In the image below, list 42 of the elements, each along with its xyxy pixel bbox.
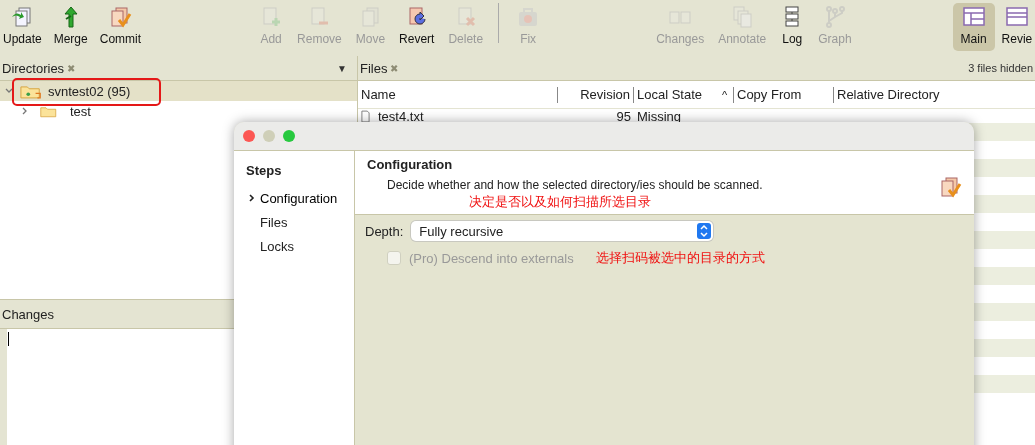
sort-indicator: ^ xyxy=(722,88,728,101)
table-cell-text: 95 xyxy=(615,108,632,124)
annotation: 选择扫码被选中的目录的方式 xyxy=(595,249,765,267)
steps-title: Steps xyxy=(246,163,283,178)
documents-check-icon xyxy=(108,5,133,29)
tree-row[interactable]: svntest02 (95) xyxy=(0,81,357,101)
column-header[interactable]: Copy From xyxy=(734,86,834,103)
column-header[interactable]: Local State ^ xyxy=(634,86,734,103)
step-item[interactable]: Locks xyxy=(260,238,294,254)
section-title: Configuration xyxy=(367,157,454,172)
depth-label: Depth: xyxy=(365,223,404,239)
view-button[interactable]: Main xyxy=(952,3,995,51)
toolbar-button[interactable]: Log xyxy=(777,3,808,51)
toolbar-button[interactable]: Revert xyxy=(396,3,438,51)
hidden-files-note: 3 files hidden xyxy=(968,62,1033,74)
table-cell-text: Missing xyxy=(636,108,683,124)
view-button[interactable]: Revie xyxy=(998,3,1035,51)
panel-title: Changes xyxy=(2,306,55,322)
close-button[interactable] xyxy=(243,130,255,142)
description: Decide whether and how the selected directory/ies should be scanned. xyxy=(387,178,764,192)
step-item[interactable]: Configuration xyxy=(260,190,338,206)
zoom-button[interactable] xyxy=(283,130,295,142)
toolbar-button[interactable]: Update xyxy=(0,3,45,51)
column-header[interactable]: Name xyxy=(358,86,558,103)
table-cell: test4.txt xyxy=(358,108,558,124)
step-item[interactable]: Files xyxy=(260,214,288,230)
panel-title: Directories xyxy=(2,60,65,76)
tree-row[interactable]: test xyxy=(0,101,357,121)
menu-arrow[interactable]: ▼ xyxy=(337,62,347,74)
column-header[interactable]: Revision xyxy=(558,86,634,103)
documents-check-icon xyxy=(938,175,962,199)
toolbar-button[interactable]: Merge xyxy=(50,3,91,51)
layout-icon xyxy=(1004,5,1029,29)
stepper-icon xyxy=(697,223,712,239)
folder-icon xyxy=(20,83,42,99)
column-header[interactable]: Relative Directory xyxy=(834,86,984,103)
annotation: 决定是否以及如何扫描所选目录 xyxy=(469,193,652,211)
panel-title: Files xyxy=(360,60,388,76)
depth-select[interactable]: Fully recursive xyxy=(411,221,714,241)
layout-icon xyxy=(961,5,986,29)
stacked-pages-icon xyxy=(730,5,755,29)
toolbar-button[interactable]: Commit xyxy=(96,3,145,51)
